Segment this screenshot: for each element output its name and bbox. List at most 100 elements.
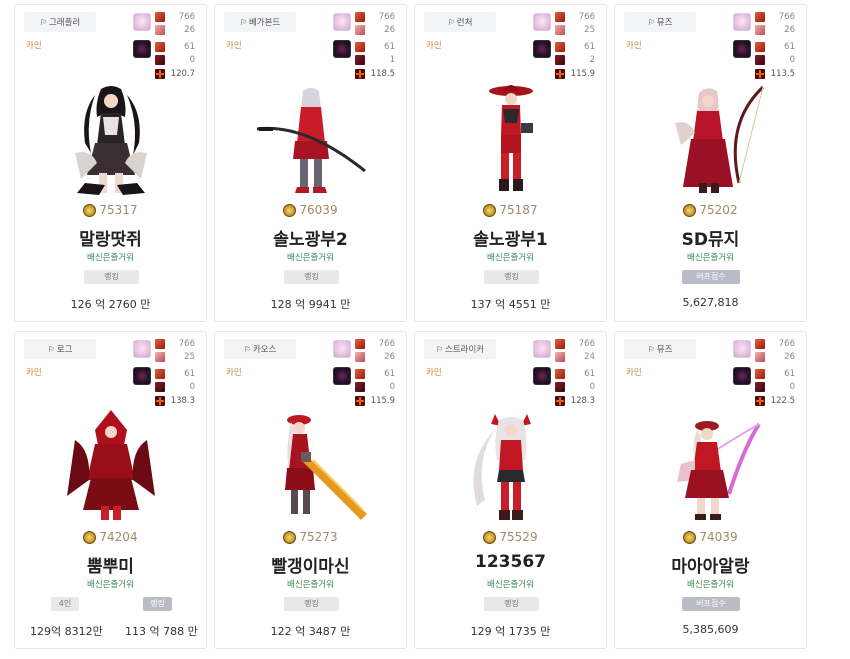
character-name[interactable]: 마아아알랑 [615,552,806,577]
rank-score-value: 74039 [699,530,738,544]
guild-name[interactable]: 배신은즐거워 [215,251,406,263]
server-name: 카인 [226,368,242,378]
stat-value: 766 [178,12,195,22]
stat-value: 766 [778,12,795,22]
rank-score: 75187 [415,203,606,217]
guild-name[interactable]: 배신은즐거워 [415,578,606,590]
character-sprite [675,85,765,193]
character-sprite [67,410,155,520]
character-card[interactable]: ⚐ 카오스 카인 766 26 61 0 115.9 75273 빨갱이마신 배… [214,331,407,649]
ranking-badge: 랭킹 [84,270,139,284]
class-name: 런처 [456,18,473,28]
stat-value: 61 [584,369,595,379]
class-name: 그래플러 [48,18,81,28]
character-sprite [256,88,366,193]
rank-score: 75273 [215,530,406,544]
character-card[interactable]: ⚐ 로그 카인 766 25 61 0 138.3 74204 뿜뿌미 배신은즐… [14,331,207,649]
guild-name[interactable]: 배신은즐거워 [15,251,206,263]
stat-value: 2 [589,55,595,65]
character-card[interactable]: ⚐ 그래플러 카인 766 26 61 0 120.7 75317 말랑땃쥐 배… [14,4,207,322]
rank-score-value: 75529 [499,530,538,544]
class-tag: ⚐ 뮤즈 [624,12,696,32]
stat-value: 766 [578,12,595,22]
server-name: 카인 [626,368,642,378]
character-name[interactable]: 123567 [415,552,606,572]
character-card[interactable]: ⚐ 뮤즈 카인 766 26 61 0 113.5 75202 SD뮤지 배신은… [614,4,807,322]
creature-icon [733,367,751,385]
guild-name[interactable]: 배신은즐거워 [415,251,606,263]
flag-icon: ⚐ [47,344,55,354]
stat-total: 128.3 [570,396,595,406]
rank-score: 75202 [615,203,806,217]
character-sprite [285,415,367,520]
character-name[interactable]: 말랑땃쥐 [15,225,206,250]
flag-icon: ⚐ [39,17,47,27]
gold-medal-icon [283,203,297,217]
character-name[interactable]: 뿜뿌미 [15,552,206,577]
gold-medal-icon [483,203,497,217]
creature-icon [133,367,151,385]
stat-total: 118.5 [370,69,395,79]
buff-score-value: 5,627,818 [682,296,739,309]
avatar-aura-icon [533,13,551,31]
stat-value: 26 [184,25,195,35]
rank-score: 75529 [415,530,606,544]
guild-name[interactable]: 배신은즐거워 [15,578,206,590]
class-tag: ⚐ 스트라이커 [424,339,496,359]
class-name: 베가본드 [248,18,281,28]
stat-value: 766 [378,12,395,22]
gold-medal-icon [683,530,697,544]
gold-medal-icon [83,530,97,544]
stat-value: 0 [789,382,795,392]
stat-value: 26 [384,352,395,362]
ranking-badge: 랭킹 [284,597,339,611]
rank-score: 74039 [615,530,806,544]
gold-medal-icon [683,203,697,217]
stat-value: 0 [789,55,795,65]
character-card[interactable]: ⚐ 베가본드 카인 766 26 61 1 118.5 76039 솔노광부2 … [214,4,407,322]
avatar-aura-icon [733,13,751,31]
guild-name[interactable]: 배신은즐거워 [615,251,806,263]
server-name: 카인 [26,41,42,51]
class-tag: ⚐ 베가본드 [224,12,296,32]
character-name[interactable]: 솔노광부2 [215,225,406,250]
stat-value: 61 [184,369,195,379]
stat-value: 24 [584,352,595,362]
character-name[interactable]: 빨갱이마신 [215,552,406,577]
avatar-aura-icon [133,340,151,358]
damage-value: 113 억 788 만 [125,625,198,638]
stat-total: 115.9 [370,396,395,406]
stat-total: 122.5 [770,396,795,406]
class-tag: ⚐ 로그 [24,339,96,359]
class-name: 로그 [56,345,73,355]
stat-value: 25 [184,352,195,362]
stat-value: 0 [589,382,595,392]
stat-value: 0 [389,382,395,392]
ranking-badge: 랭킹 [284,270,339,284]
character-name[interactable]: SD뮤지 [615,225,806,250]
rank-score-value: 75317 [99,203,138,217]
stat-value: 26 [784,25,795,35]
stat-value: 25 [584,25,595,35]
character-name[interactable]: 솔노광부1 [415,225,606,250]
stat-value: 61 [784,369,795,379]
damage-value: 128 억 9941 만 [270,298,351,311]
ranking-badge: 랭킹 [484,597,539,611]
stat-value: 0 [189,382,195,392]
stat-total: 115.9 [570,69,595,79]
flag-icon: ⚐ [243,344,251,354]
stat-value: 61 [584,42,595,52]
damage-value: 122 억 3487 만 [270,625,351,638]
class-tag: ⚐ 런처 [424,12,496,32]
creature-icon [533,367,551,385]
stat-value: 766 [778,339,795,349]
character-card[interactable]: ⚐ 뮤즈 카인 766 26 61 0 122.5 74039 마아아알랑 배신… [614,331,807,649]
stat-value: 61 [784,42,795,52]
character-card[interactable]: ⚐ 스트라이커 카인 766 24 61 0 128.3 75529 12356… [414,331,607,649]
ranking-badge: 랭킹 [143,597,172,611]
creature-icon [333,367,351,385]
character-card[interactable]: ⚐ 런처 카인 766 25 61 2 115.9 75187 솔노광부1 배신… [414,4,607,322]
avatar-aura-icon [333,340,351,358]
guild-name[interactable]: 배신은즐거워 [215,578,406,590]
guild-name[interactable]: 배신은즐거워 [615,578,806,590]
